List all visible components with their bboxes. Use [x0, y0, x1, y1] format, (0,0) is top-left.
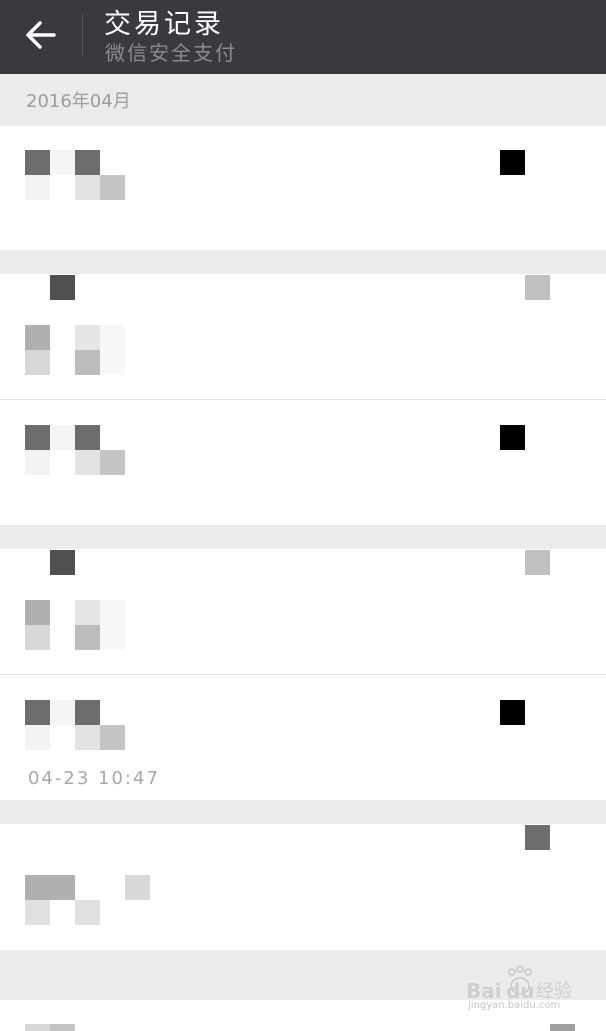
header-divider [82, 14, 83, 56]
record-time-partial: 04-23 10:47 [28, 768, 160, 789]
page-title: 交易记录 [104, 9, 224, 40]
svg-text:经验: 经验 [536, 981, 572, 1002]
mosaic-block [50, 425, 75, 450]
month-section-header: 2016年04月 [0, 74, 606, 126]
mosaic-block [525, 275, 550, 300]
erase-overlay [0, 752, 606, 768]
mosaic-block [125, 875, 150, 900]
record-separator-band [0, 525, 606, 549]
mosaic-block [25, 725, 50, 750]
mosaic-block [100, 350, 125, 375]
mosaic-block [75, 725, 100, 750]
mosaic-block [500, 425, 525, 450]
mosaic-block [500, 700, 525, 725]
mosaic-block [75, 325, 100, 350]
mosaic-block [25, 450, 50, 475]
mosaic-block [100, 600, 125, 625]
mosaic-block [75, 150, 100, 175]
mosaic-block [75, 900, 100, 925]
mosaic-block [100, 175, 125, 200]
mosaic-block [50, 875, 75, 900]
mosaic-block [25, 425, 50, 450]
mosaic-block [25, 175, 50, 200]
back-button[interactable] [16, 12, 66, 58]
mosaic-block [525, 825, 550, 850]
mosaic-block [75, 600, 100, 625]
mosaic-block [100, 725, 125, 750]
mosaic-block [550, 1024, 575, 1031]
mosaic-block [75, 700, 100, 725]
record-separator-band [0, 800, 606, 824]
mosaic-block [50, 275, 75, 300]
mosaic-block [25, 325, 50, 350]
mosaic-block [25, 350, 50, 375]
watermark-url: jingyan.baidu.com [468, 1000, 561, 1011]
header-bar: 交易记录 微信安全支付 [0, 0, 606, 74]
mosaic-block [50, 550, 75, 575]
mosaic-block [50, 700, 75, 725]
mosaic-block [25, 150, 50, 175]
mosaic-block [25, 875, 50, 900]
month-label: 2016年04月 [26, 91, 131, 112]
mosaic-block [100, 450, 125, 475]
mosaic-block [25, 1024, 50, 1031]
mosaic-block [75, 450, 100, 475]
mosaic-block [75, 175, 100, 200]
mosaic-block [50, 1024, 75, 1031]
mosaic-block [75, 425, 100, 450]
divider-line [0, 674, 606, 675]
mosaic-block [75, 625, 100, 650]
mosaic-block [100, 625, 125, 650]
divider-line [0, 399, 606, 400]
mosaic-block [75, 350, 100, 375]
mosaic-block [25, 625, 50, 650]
record-separator-band [0, 250, 606, 274]
mosaic-block [25, 900, 50, 925]
page-subtitle: 微信安全支付 [105, 41, 237, 65]
mosaic-block [25, 600, 50, 625]
mosaic-block [100, 325, 125, 350]
mosaic-block [25, 700, 50, 725]
mosaic-block [525, 550, 550, 575]
mosaic-block [500, 150, 525, 175]
mosaic-block [50, 150, 75, 175]
arrow-left-icon [26, 21, 56, 49]
